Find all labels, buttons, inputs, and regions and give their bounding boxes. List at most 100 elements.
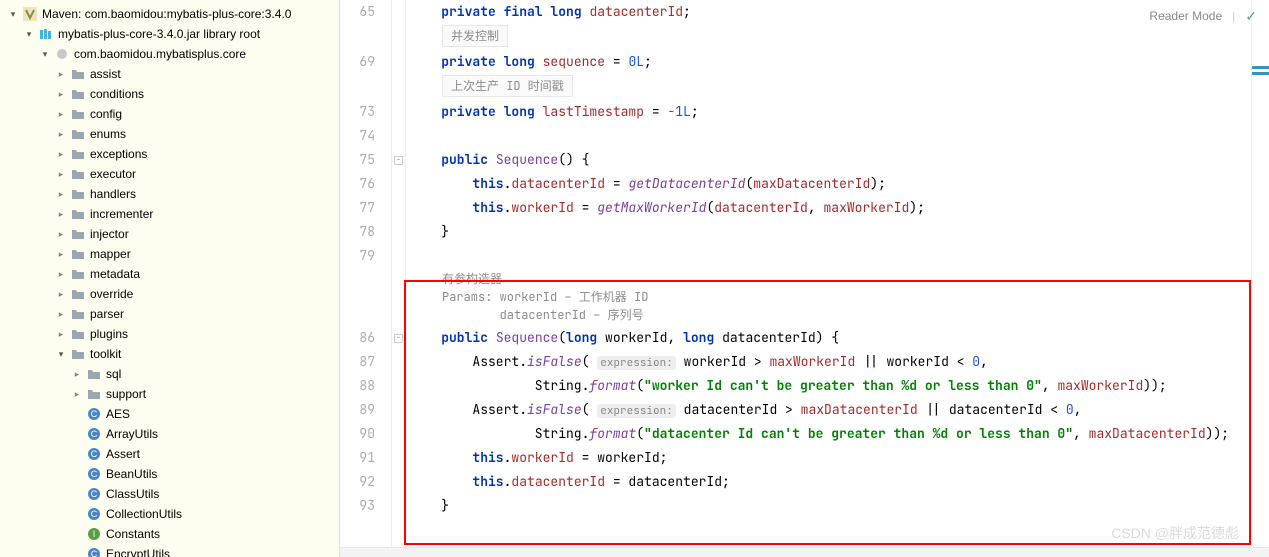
tree-folder-mapper[interactable]: mapper — [0, 244, 339, 264]
tree-label: incrementer — [90, 207, 153, 221]
code-line[interactable]: private long sequence = 0L; — [410, 50, 1251, 74]
code-line[interactable]: Assert.isFalse( expression: workerId > m… — [410, 350, 1251, 374]
folder-icon — [70, 86, 86, 102]
chevron-right-icon — [56, 149, 66, 159]
tree-folder-support[interactable]: support — [0, 384, 339, 404]
interface-icon: I — [86, 526, 102, 542]
chevron-down-icon — [8, 9, 18, 19]
maven-icon — [22, 6, 38, 22]
code-line[interactable]: Assert.isFalse( expression: datacenterId… — [410, 398, 1251, 422]
svg-text:I: I — [93, 529, 96, 539]
folder-icon — [70, 246, 86, 262]
code-line[interactable]: } — [410, 494, 1251, 518]
folder-icon — [70, 186, 86, 202]
tree-label: parser — [90, 307, 124, 321]
check-icon[interactable]: ✓ — [1245, 4, 1257, 28]
folder-icon — [70, 346, 86, 362]
chevron-down-icon — [24, 29, 34, 39]
reader-mode-label[interactable]: Reader Mode — [1149, 4, 1222, 28]
tree-folder-override[interactable]: override — [0, 284, 339, 304]
code-line[interactable]: this.datacenterId = datacenterId; — [410, 470, 1251, 494]
chevron-right-icon — [56, 249, 66, 259]
tree-folder-plugins[interactable]: plugins — [0, 324, 339, 344]
project-tree[interactable]: Maven: com.baomidou:mybatis-plus-core:3.… — [0, 0, 340, 557]
tree-folder-sql[interactable]: sql — [0, 364, 339, 384]
code-area[interactable]: private final long datacenterId;并发控制 pri… — [406, 0, 1251, 557]
tree-class-ArrayUtils[interactable]: CArrayUtils — [0, 424, 339, 444]
folder-icon — [70, 266, 86, 282]
doc-inline: 上次生产 ID 时间戳 — [410, 74, 1251, 100]
tree-class-AES[interactable]: CAES — [0, 404, 339, 424]
chevron-right-icon — [56, 229, 66, 239]
folder-icon — [70, 306, 86, 322]
tree-folder-config[interactable]: config — [0, 104, 339, 124]
tree-label: Maven: com.baomidou:mybatis-plus-core:3.… — [42, 7, 291, 21]
tree-label: enums — [90, 127, 126, 141]
code-line[interactable] — [410, 244, 1251, 268]
tree-folder-conditions[interactable]: conditions — [0, 84, 339, 104]
tree-folder-enums[interactable]: enums — [0, 124, 339, 144]
tree-label: override — [90, 287, 133, 301]
tree-class-Constants[interactable]: I Constants — [0, 524, 339, 544]
tree-label: toolkit — [90, 347, 121, 361]
svg-text:C: C — [91, 429, 98, 439]
tree-folder-assist[interactable]: assist — [0, 64, 339, 84]
tree-folder-executor[interactable]: executor — [0, 164, 339, 184]
chevron-right-icon — [72, 369, 82, 379]
library-icon — [38, 26, 54, 42]
svg-text:C: C — [91, 409, 98, 419]
doc-block: 有参构造器Params: workerId – 工作机器 ID datacent… — [410, 268, 1251, 326]
tree-folder-incrementer[interactable]: incrementer — [0, 204, 339, 224]
code-line[interactable]: private final long datacenterId; — [410, 0, 1251, 24]
code-line[interactable]: this.datacenterId = getDatacenterId(maxD… — [410, 172, 1251, 196]
tree-class-Assert[interactable]: CAssert — [0, 444, 339, 464]
tree-package[interactable]: com.baomidou.mybatisplus.core — [0, 44, 339, 64]
tree-label: executor — [90, 167, 136, 181]
folder-icon — [70, 66, 86, 82]
class-icon: C — [86, 446, 102, 462]
code-line[interactable] — [410, 124, 1251, 148]
svg-text:C: C — [91, 509, 98, 519]
tree-folder-toolkit[interactable]: toolkit — [0, 344, 339, 364]
code-line[interactable]: String.format("worker Id can't be greate… — [410, 374, 1251, 398]
chevron-right-icon — [56, 269, 66, 279]
tree-class-BeanUtils[interactable]: CBeanUtils — [0, 464, 339, 484]
tree-maven-root[interactable]: Maven: com.baomidou:mybatis-plus-core:3.… — [0, 4, 339, 24]
code-line[interactable]: String.format("datacenter Id can't be gr… — [410, 422, 1251, 446]
tree-label: mybatis-plus-core-3.4.0.jar library root — [58, 27, 260, 41]
tree-folder-exceptions[interactable]: exceptions — [0, 144, 339, 164]
tree-label: conditions — [90, 87, 144, 101]
tree-folder-injector[interactable]: injector — [0, 224, 339, 244]
chevron-right-icon — [56, 209, 66, 219]
code-line[interactable]: this.workerId = workerId; — [410, 446, 1251, 470]
tree-folder-handlers[interactable]: handlers — [0, 184, 339, 204]
folder-icon — [86, 366, 102, 382]
tree-label: injector — [90, 227, 129, 241]
tree-class-CollectionUtils[interactable]: CCollectionUtils — [0, 504, 339, 524]
chevron-right-icon — [56, 289, 66, 299]
horizontal-scrollbar[interactable] — [340, 547, 1269, 557]
code-line[interactable]: private long lastTimestamp = -1L; — [410, 100, 1251, 124]
folder-icon — [70, 166, 86, 182]
chevron-right-icon — [72, 389, 82, 399]
code-line[interactable]: this.workerId = getMaxWorkerId(datacente… — [410, 196, 1251, 220]
code-line[interactable]: } — [410, 220, 1251, 244]
tree-label: Constants — [106, 527, 160, 541]
code-line[interactable]: public Sequence() { — [410, 148, 1251, 172]
tree-label: sql — [106, 367, 121, 381]
fold-column[interactable]: −− — [392, 0, 406, 557]
tree-jar[interactable]: mybatis-plus-core-3.4.0.jar library root — [0, 24, 339, 44]
doc-inline: 并发控制 — [410, 24, 1251, 50]
tree-label: BeanUtils — [106, 467, 157, 481]
tree-class-EncryptUtils[interactable]: C EncryptUtils — [0, 544, 339, 557]
chevron-down-icon — [40, 49, 50, 59]
code-editor[interactable]: 6569737475767778798687888990919293 −− pr… — [340, 0, 1269, 557]
tree-label: support — [106, 387, 146, 401]
tree-label: EncryptUtils — [106, 547, 170, 557]
code-line[interactable]: public Sequence(long workerId, long data… — [410, 326, 1251, 350]
tree-class-ClassUtils[interactable]: CClassUtils — [0, 484, 339, 504]
class-icon: C — [86, 546, 102, 557]
tree-folder-metadata[interactable]: metadata — [0, 264, 339, 284]
tree-folder-parser[interactable]: parser — [0, 304, 339, 324]
marker-bar[interactable] — [1251, 0, 1269, 557]
